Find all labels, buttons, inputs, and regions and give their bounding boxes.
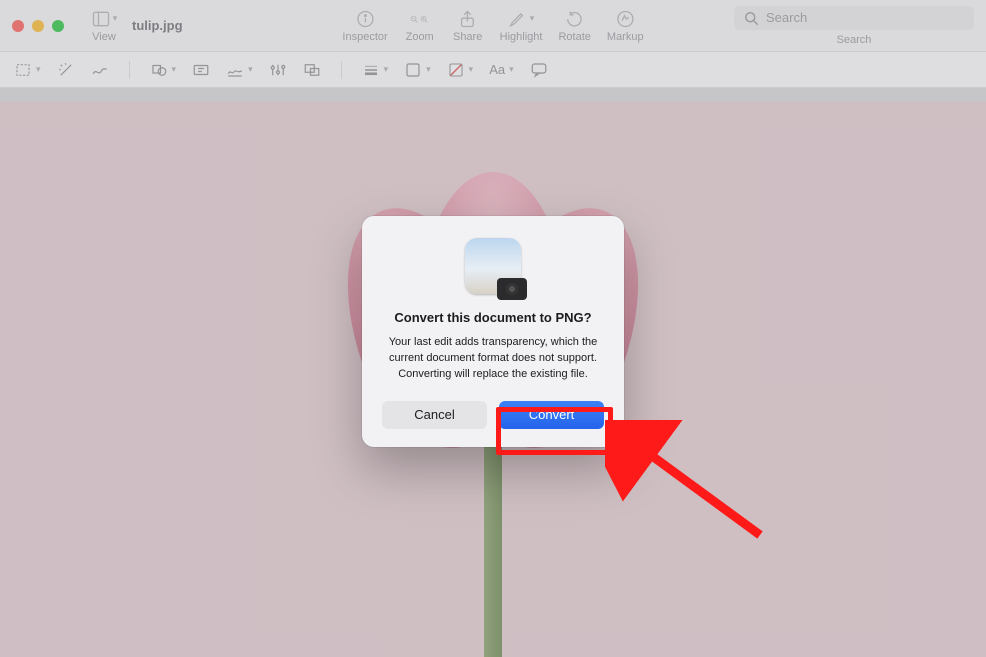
preview-app-icon xyxy=(465,238,521,294)
convert-button[interactable]: Convert xyxy=(499,401,604,429)
convert-dialog: Convert this document to PNG? Your last … xyxy=(362,216,624,447)
cancel-button[interactable]: Cancel xyxy=(382,401,487,429)
dialog-title: Convert this document to PNG? xyxy=(382,310,604,325)
cancel-label: Cancel xyxy=(414,407,454,422)
convert-label: Convert xyxy=(529,407,575,422)
dialog-body: Your last edit adds transparency, which … xyxy=(382,335,604,383)
